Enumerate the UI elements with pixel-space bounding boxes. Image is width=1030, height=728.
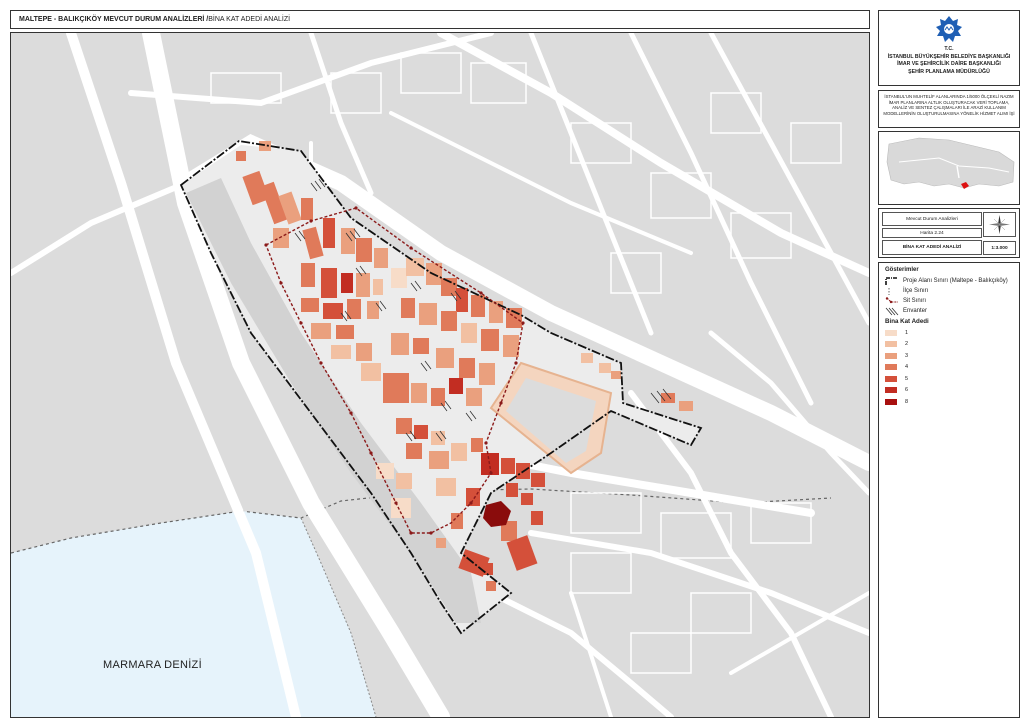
- legend-label: İlçe Sınırı: [903, 288, 929, 294]
- floor-legend-row: 5: [885, 373, 1013, 385]
- floor-label: 8: [905, 398, 909, 405]
- north-arrow-icon: [983, 212, 1016, 237]
- floor-color-swatch: [885, 375, 897, 382]
- map-frame[interactable]: MARMARA DENİZİ: [10, 32, 870, 718]
- institution-line3: ŞEHİR PLANLAMA MÜDÜRLÜĞÜ: [908, 68, 990, 75]
- institution-line2: İMAR VE ŞEHİRCİLİK DAİRE BAŞKANLIĞI: [897, 61, 1001, 67]
- study-name: Mevcut Durum Analizleri: [882, 212, 982, 226]
- floor-label: 3: [905, 352, 909, 359]
- municipality-logo-icon: [936, 16, 962, 42]
- legend-title: Gösterimler: [885, 267, 919, 273]
- location-inset-map: [878, 131, 1020, 205]
- floor-color-swatch: [885, 364, 897, 371]
- floor-legend-row: 1: [885, 327, 1013, 339]
- legend-label: Sit Sınırı: [903, 298, 927, 304]
- map-title-bar: MALTEPE - BALIKÇIKÖY MEVCUT DURUM ANALİZ…: [10, 10, 870, 29]
- legend-item-inventory: Envanter: [885, 306, 1013, 316]
- map-title-sub: BİNA KAT ADEDİ ANALİZİ: [208, 16, 291, 23]
- map-number: Harita 2.24: [882, 228, 982, 238]
- floor-legend-row: 8: [885, 396, 1013, 408]
- site-boundary-symbol-icon: [885, 296, 898, 303]
- floor-legend-row: 2: [885, 339, 1013, 351]
- floor-color-swatch: [885, 387, 897, 394]
- floor-color-swatch: [885, 352, 897, 359]
- institution-line1: İSTANBUL BÜYÜKŞEHİR BELEDİYE BAŞKANLIĞI: [887, 53, 1011, 60]
- scale-label: 1:3.000: [983, 241, 1016, 255]
- floor-color-swatch: [885, 341, 897, 348]
- floor-label: 5: [905, 375, 909, 382]
- inset-map: [879, 132, 1019, 204]
- floor-color-swatch: [885, 398, 897, 405]
- floor-legend: 1 2 3 4 5 6 8: [885, 327, 1013, 408]
- tc-label: T.C.: [944, 46, 954, 52]
- floor-label: 4: [905, 364, 909, 371]
- legend-item-site-boundary: Sit Sınırı: [885, 296, 1013, 306]
- legend-panel: Gösterimler Proje Alanı Sınırı (Maltepe …: [878, 262, 1020, 718]
- institution-panel: T.C. İSTANBUL BÜYÜKŞEHİR BELEDİYE BAŞKAN…: [878, 10, 1020, 86]
- floor-label: 2: [905, 341, 909, 348]
- floor-label: 1: [905, 329, 909, 336]
- floor-legend-row: 6: [885, 385, 1013, 397]
- sea-label: MARMARA DENİZİ: [103, 659, 202, 671]
- map-name: BİNA KAT ADEDİ ANALİZİ: [882, 240, 982, 255]
- floor-legend-row: 4: [885, 362, 1013, 374]
- district-boundary-symbol-icon: [888, 287, 890, 295]
- project-description: İSTANBUL'UN MUHTELİF ALANLARINDA 1/5000 …: [878, 90, 1020, 128]
- floor-legend-row: 3: [885, 350, 1013, 362]
- floor-color-swatch: [885, 329, 897, 336]
- project-boundary-symbol-icon: [885, 276, 898, 285]
- legend-item-project-boundary: Proje Alanı Sınırı (Maltepe - Balıkçıköy…: [885, 276, 1013, 286]
- map-title-main: MALTEPE - BALIKÇIKÖY MEVCUT DURUM ANALİZ…: [19, 16, 209, 23]
- legend-label: Envanter: [903, 308, 928, 314]
- main-map[interactable]: [11, 33, 869, 717]
- floor-label: 6: [905, 387, 909, 394]
- inventory-hatch-symbol-icon: [885, 307, 899, 315]
- legend-label: Proje Alanı Sınırı (Maltepe - Balıkçıköy…: [903, 278, 1008, 284]
- legend-item-district-boundary: İlçe Sınırı: [885, 286, 1013, 296]
- floors-title: Bina Kat Adedi: [885, 318, 929, 325]
- map-info-panel: Mevcut Durum Analizleri Harita 2.24 BİNA…: [878, 208, 1020, 258]
